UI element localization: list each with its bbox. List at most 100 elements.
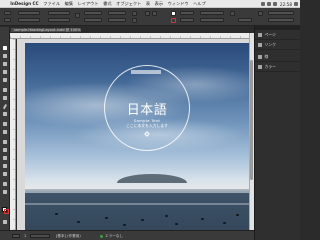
panel-stroke-label: 線	[264, 53, 269, 59]
search-help-field[interactable]	[268, 18, 294, 22]
rotation-field[interactable]	[108, 11, 126, 15]
menu-layout[interactable]: レイアウト	[75, 1, 101, 7]
direct-selection-tool-icon[interactable]	[2, 53, 8, 59]
stroke-icon	[258, 54, 262, 59]
wave-line-2	[25, 203, 249, 205]
tools-panel	[0, 27, 10, 232]
gradient-tool-icon[interactable]	[2, 155, 8, 161]
surfer	[105, 217, 108, 219]
type-tool-icon[interactable]	[2, 87, 8, 93]
panel-pages[interactable]: ページ	[255, 30, 300, 40]
pencil-tool-icon[interactable]	[2, 111, 8, 117]
surfer	[55, 213, 58, 215]
stroke-weight-field[interactable]	[200, 11, 224, 15]
page-subtitle-jp[interactable]: ここに本文を入力します	[104, 123, 190, 129]
battery-icon[interactable]	[272, 2, 277, 6]
panel-pages-label: ページ	[264, 31, 276, 37]
search-icon[interactable]	[294, 2, 298, 6]
dropbox-icon[interactable]	[260, 2, 265, 6]
stroke-dropdown[interactable]	[180, 18, 194, 22]
text-wrap-icon[interactable]	[258, 11, 263, 16]
status-bar: 1 [基本] (作業用) エラーなし	[0, 230, 254, 240]
hand-tool-icon[interactable]	[2, 181, 8, 187]
flip-icon[interactable]	[132, 18, 137, 23]
preflight-profile[interactable]: [基本] (作業用)	[56, 234, 81, 239]
fill-dropdown[interactable]	[180, 11, 194, 15]
workspace-switcher[interactable]	[268, 11, 294, 15]
page-navigator[interactable]	[30, 233, 50, 238]
wave-line	[25, 190, 249, 193]
surfer	[165, 215, 168, 217]
indesign-window: InDesign CC ファイル 編集 レイアウト 書式 オブジェクト 表 表示…	[0, 0, 300, 240]
note-tool-icon[interactable]	[2, 163, 8, 169]
stroke-swatch-icon[interactable]	[171, 18, 176, 23]
menu-window[interactable]: ウィンドウ	[165, 1, 191, 7]
swatches-icon	[258, 64, 262, 69]
opacity-field[interactable]	[238, 18, 252, 22]
zoom-level-field[interactable]	[12, 233, 20, 238]
height-field[interactable]	[48, 18, 70, 22]
scale-x-field[interactable]	[84, 11, 102, 15]
screen-mode-icon[interactable]	[2, 219, 8, 225]
vertical-ruler[interactable]	[10, 39, 16, 230]
menu-table[interactable]: 表	[144, 1, 153, 7]
links-icon	[258, 42, 262, 47]
surfer	[77, 221, 80, 223]
x-position-field[interactable]	[18, 11, 40, 15]
panel-dock: ページ リンク 線 カラー	[254, 26, 300, 240]
zoom-tool-icon[interactable]	[2, 189, 8, 195]
width-field[interactable]	[48, 11, 70, 15]
menu-type[interactable]: 書式	[101, 1, 114, 7]
menu-view[interactable]: 表示	[152, 1, 165, 7]
panel-color-label: カラー	[264, 63, 276, 69]
status-menu-area: 22:58	[260, 0, 298, 8]
constrain-proportions-icon[interactable]	[75, 13, 80, 18]
panel-color[interactable]: カラー	[255, 62, 300, 72]
menu-file[interactable]: ファイル	[41, 1, 62, 7]
surfer	[123, 224, 126, 226]
y-position-field[interactable]	[18, 18, 40, 22]
menu-clock[interactable]: 22:58	[280, 2, 292, 7]
page-number[interactable]: 1	[24, 234, 26, 238]
page-tool-icon[interactable]	[2, 61, 8, 67]
select-content-icon[interactable]	[152, 11, 157, 16]
page-title[interactable]: 日本語	[104, 99, 190, 118]
rectangle-tool-icon[interactable]	[2, 129, 8, 135]
selection-tool-icon[interactable]	[2, 45, 8, 51]
panel-links[interactable]: リンク	[255, 40, 300, 50]
menu-help[interactable]: ヘルプ	[191, 1, 208, 7]
free-transform-tool-icon[interactable]	[2, 147, 8, 153]
wifi-icon[interactable]	[266, 2, 271, 6]
stroke-color-icon[interactable]	[3, 209, 9, 214]
menu-app-name[interactable]: InDesign CC	[8, 1, 41, 6]
preflight-status-icon	[100, 234, 103, 238]
surfer	[223, 222, 226, 224]
eyedropper-tool-icon[interactable]	[2, 171, 8, 177]
document-page[interactable]: 日本語 Sample Text ここに本文を入力します	[25, 43, 249, 230]
panel-links-label: リンク	[264, 41, 276, 47]
rectangle-frame-tool-icon[interactable]	[2, 121, 8, 127]
content-collector-icon[interactable]	[2, 77, 8, 83]
menu-edit[interactable]: 編集	[62, 1, 75, 7]
surfer	[201, 218, 204, 220]
panel-stroke[interactable]: 線	[255, 52, 300, 62]
shear-field[interactable]	[108, 18, 126, 22]
select-container-icon[interactable]	[145, 11, 150, 16]
surfer	[236, 214, 239, 216]
vertical-scroll-thumb[interactable]	[250, 60, 253, 180]
rotate-90-icon[interactable]	[132, 11, 137, 16]
gap-tool-icon[interactable]	[2, 69, 8, 75]
preflight-errors[interactable]: エラーなし	[105, 234, 123, 239]
menu-object[interactable]: オブジェクト	[114, 1, 144, 7]
scale-y-field[interactable]	[84, 18, 102, 22]
reference-point-icon-2[interactable]	[4, 18, 11, 22]
effects-icon[interactable]	[230, 11, 235, 16]
pasteboard[interactable]: 日本語 Sample Text ここに本文を入力します	[17, 39, 249, 230]
scissors-tool-icon[interactable]	[2, 139, 8, 145]
fill-swatch-icon[interactable]	[171, 11, 176, 16]
stroke-type-field[interactable]	[200, 18, 224, 22]
reference-point-icon[interactable]	[4, 11, 11, 15]
line-tool-icon[interactable]	[2, 95, 8, 101]
control-panel	[0, 8, 300, 26]
pen-tool-icon[interactable]	[2, 103, 8, 109]
